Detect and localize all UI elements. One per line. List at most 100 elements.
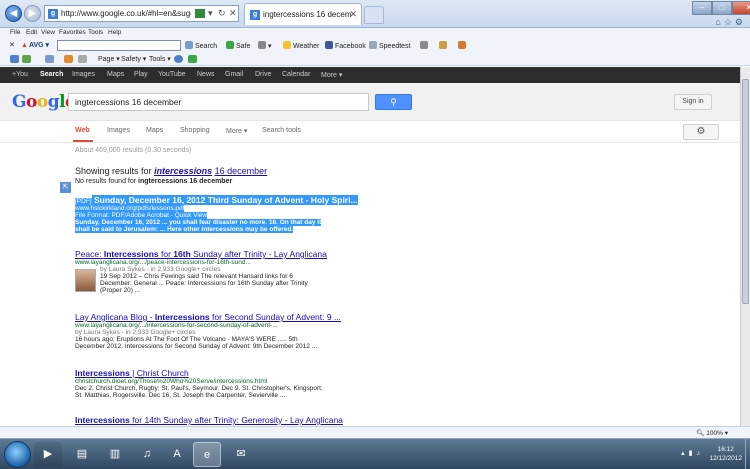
menu-tools[interactable]: Tools [88,29,103,36]
page-menu[interactable]: Page ▾ [98,55,120,63]
google-bar-search[interactable]: Search [40,71,63,78]
tools-menu[interactable]: Tools ▾ [149,55,171,63]
acrobat-icon[interactable]: A [163,442,191,467]
itunes-icon[interactable]: ♫ [133,442,161,467]
favorites-bar-icon[interactable] [10,55,19,63]
pdf-badge: [PDF] [75,198,92,205]
result-title[interactable]: Intercessions | Christ Church [75,368,375,378]
original-query: ingtercessions 16 december [138,178,233,185]
home-icon[interactable]: ⌂ [715,17,723,27]
tab-maps[interactable]: Maps [146,127,163,134]
close-window-button[interactable]: ✕ [732,1,750,15]
close-tab-icon[interactable]: ✕ [349,9,357,20]
avg-extra-icon-3[interactable] [458,41,468,50]
home-icon[interactable] [45,55,54,63]
gear-icon[interactable]: ⚙ [735,17,746,27]
tray-up-arrow-icon[interactable]: ▴ [681,450,689,457]
tab-shopping[interactable]: Shopping [180,127,210,134]
explorer-icon[interactable]: ▤ [68,442,96,467]
help-icon[interactable] [174,55,183,63]
research-icon[interactable] [188,55,197,63]
avg-extra-icon-2[interactable] [439,41,449,50]
title-part: Peace: [75,249,104,259]
tab-google-search[interactable]: g ingtercessions 16 december - Go... ✕ [244,3,362,25]
volume-icon[interactable]: ♪ [697,450,705,457]
google-bar-gmail[interactable]: Gmail [225,71,243,78]
suggested-sites-icon[interactable] [22,55,31,63]
compatibility-flag-icon[interactable] [195,9,205,18]
tab-images[interactable]: Images [107,127,130,134]
author-avatar[interactable] [75,269,96,292]
result-title[interactable]: Peace: Intercessions for 16th Sunday aft… [75,249,375,259]
avg-logo[interactable]: ▲AVG ▾ [21,41,49,49]
pin-site-icon[interactable]: ⇱ [60,182,71,193]
avg-facebook-button[interactable]: Facebook [325,41,366,50]
system-clock[interactable]: 16:12 12/12/2012 [709,445,742,463]
address-bar[interactable]: g http://www.google.co.uk/#hl=en&sugexp=… [44,5,239,22]
minimize-button[interactable]: ‒ [692,1,712,15]
search-input[interactable]: ingtercessions 16 december [68,93,369,111]
internet-explorer-icon[interactable]: e [193,442,221,467]
tab-web[interactable]: Web [75,127,90,134]
feeds-icon[interactable] [64,55,73,63]
menu-view[interactable]: View [41,29,55,36]
start-button[interactable] [4,441,31,468]
avg-safe-button[interactable]: Safe [226,41,250,50]
google-logo[interactable]: Google [12,92,76,112]
dropdown-icon[interactable]: ▾ [208,8,213,19]
search-button[interactable]: ⚲ [375,94,412,110]
new-tab-button[interactable] [364,6,384,24]
avg-search-input[interactable] [57,40,181,51]
google-bar-more[interactable]: More ▾ [321,71,342,79]
avg-speedtest-button[interactable]: Speedtest [369,41,411,50]
stop-icon[interactable]: ✕ [229,8,237,19]
media-player-icon[interactable]: ▶ [34,442,62,467]
corrected-query-rest[interactable]: 16 december [215,166,268,176]
avg-tools-button[interactable]: ▾ [258,41,272,50]
google-bar-maps[interactable]: Maps [107,71,124,78]
active-tab-indicator [73,140,93,142]
scrollbar-thumb[interactable] [742,79,749,304]
menu-edit[interactable]: Edit [26,29,37,36]
zoom-level[interactable]: 🔍︎ 100% ▾ [696,429,728,437]
menu-favorites[interactable]: Favorites [59,29,86,36]
avg-extra-icon-1[interactable] [420,41,430,50]
result-title[interactable]: Intercessions for 14th Sunday after Trin… [75,415,375,425]
maximize-button[interactable]: □ [712,1,732,15]
mail-icon[interactable] [78,55,87,63]
result-title[interactable]: [PDF] Sunday, December 16, 2012 Third Su… [75,195,375,205]
avg-weather-button[interactable]: Weather [283,41,319,50]
show-desktop-button[interactable] [745,439,750,469]
title-part: for [158,249,174,259]
menu-file[interactable]: File [10,29,20,36]
menu-help[interactable]: Help [108,29,121,36]
toolbar-close-icon[interactable]: ✕ [9,41,15,49]
google-bar-drive[interactable]: Drive [255,71,271,78]
google-bar-calendar[interactable]: Calendar [282,71,310,78]
no-results-prefix: No results found for [75,178,137,185]
google-bar-you[interactable]: +You [12,71,28,78]
result-title[interactable]: Lay Anglicana Blog - Intercessions for S… [75,312,375,322]
google-bar-images[interactable]: Images [72,71,95,78]
refresh-icon[interactable]: ↻ [218,8,226,19]
corrected-query-link[interactable]: intercessions [154,166,212,176]
back-button[interactable]: ◀ [5,5,22,22]
title-part: 16th [173,249,191,259]
google-bar-youtube[interactable]: YouTube [158,71,186,78]
result-url-text: www.hslckirkland.org/pdfs/lessons.pdf [75,205,185,212]
sign-in-button[interactable]: Sign in [674,94,712,110]
settings-gear-button[interactable]: ⚙ [683,124,719,140]
outlook-icon[interactable]: ✉ [227,442,255,467]
tab-search-tools[interactable]: Search tools [262,127,301,134]
network-icon[interactable]: ▮ [689,450,697,457]
forward-button[interactable]: ▶ [24,5,41,22]
books-icon[interactable]: ▥ [101,442,129,467]
favorites-star-icon[interactable]: ☆ [724,17,735,27]
snippet-line: St. Matthias, Rogersville. Dec 16, St. J… [75,392,286,399]
google-bar-news[interactable]: News [197,71,215,78]
google-bar-play[interactable]: Play [134,71,148,78]
vertical-scrollbar[interactable] [740,67,750,426]
safety-menu[interactable]: Safety ▾ [121,55,146,63]
tab-more[interactable]: More ▾ [226,127,247,135]
avg-search-button[interactable]: Search [185,41,217,50]
